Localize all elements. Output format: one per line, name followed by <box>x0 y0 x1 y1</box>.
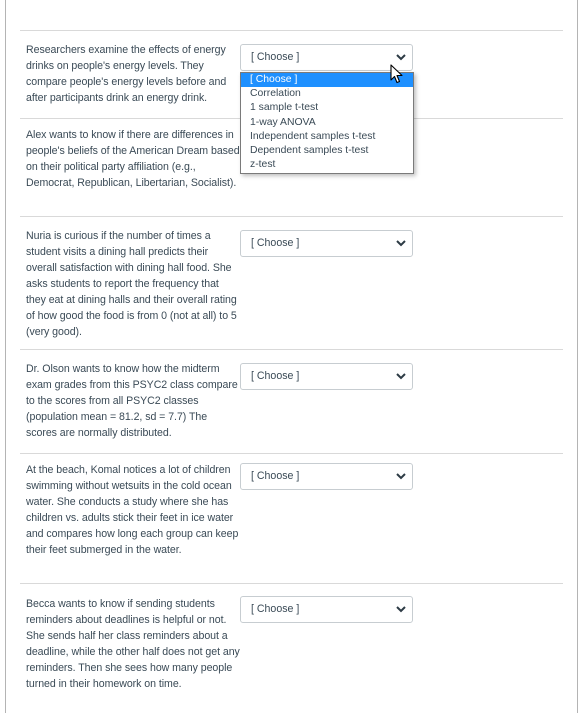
answer-select[interactable]: [ Choose ] <box>240 596 413 623</box>
select-value: [ Choose ] <box>251 603 300 615</box>
chevron-down-icon <box>396 606 406 613</box>
dropdown-option-z-test[interactable]: z-test <box>241 158 413 172</box>
select-value: [ Choose ] <box>251 370 300 382</box>
dropdown-option-correlation[interactable]: Correlation <box>241 87 413 101</box>
question-prompt: Nuria is curious if the number of times … <box>26 230 237 338</box>
divider <box>20 583 563 584</box>
select-value: [ Choose ] <box>251 51 300 63</box>
dropdown-option-independent-samples-t-test[interactable]: Independent samples t-test <box>241 130 413 144</box>
divider <box>20 216 563 217</box>
question-prompt: Alex wants to know if there are differen… <box>26 129 240 189</box>
chevron-down-icon <box>396 240 406 247</box>
divider <box>20 30 563 31</box>
chevron-down-icon <box>396 473 406 480</box>
question-prompt: Researchers examine the effects of energ… <box>26 44 227 104</box>
dropdown-option-1-way-anova[interactable]: 1-way ANOVA <box>241 116 413 130</box>
dropdown-option-1-sample-t-test[interactable]: 1 sample t-test <box>241 101 413 115</box>
answer-select[interactable]: [ Choose ] <box>240 230 413 257</box>
question-prompt: At the beach, Komal notices a lot of chi… <box>26 464 239 556</box>
divider <box>20 453 563 454</box>
answer-select[interactable]: [ Choose ] <box>240 44 413 71</box>
dropdown-option-dependent-samples-t-test[interactable]: Dependent samples t-test <box>241 144 413 158</box>
answer-select[interactable]: [ Choose ] <box>240 463 413 490</box>
select-value: [ Choose ] <box>251 237 300 249</box>
question-prompt: Becca wants to know if sending students … <box>26 598 240 690</box>
dropdown-option-choose[interactable]: [ Choose ] <box>241 73 413 88</box>
divider <box>20 349 563 350</box>
answer-dropdown-list[interactable]: [ Choose ] Correlation 1 sample t-test 1… <box>240 72 414 174</box>
answer-select[interactable]: [ Choose ] <box>240 363 413 390</box>
select-value: [ Choose ] <box>251 470 300 482</box>
question-prompt: Dr. Olson wants to know how the midterm … <box>26 363 238 439</box>
chevron-down-icon <box>396 54 406 61</box>
chevron-down-icon <box>396 373 406 380</box>
